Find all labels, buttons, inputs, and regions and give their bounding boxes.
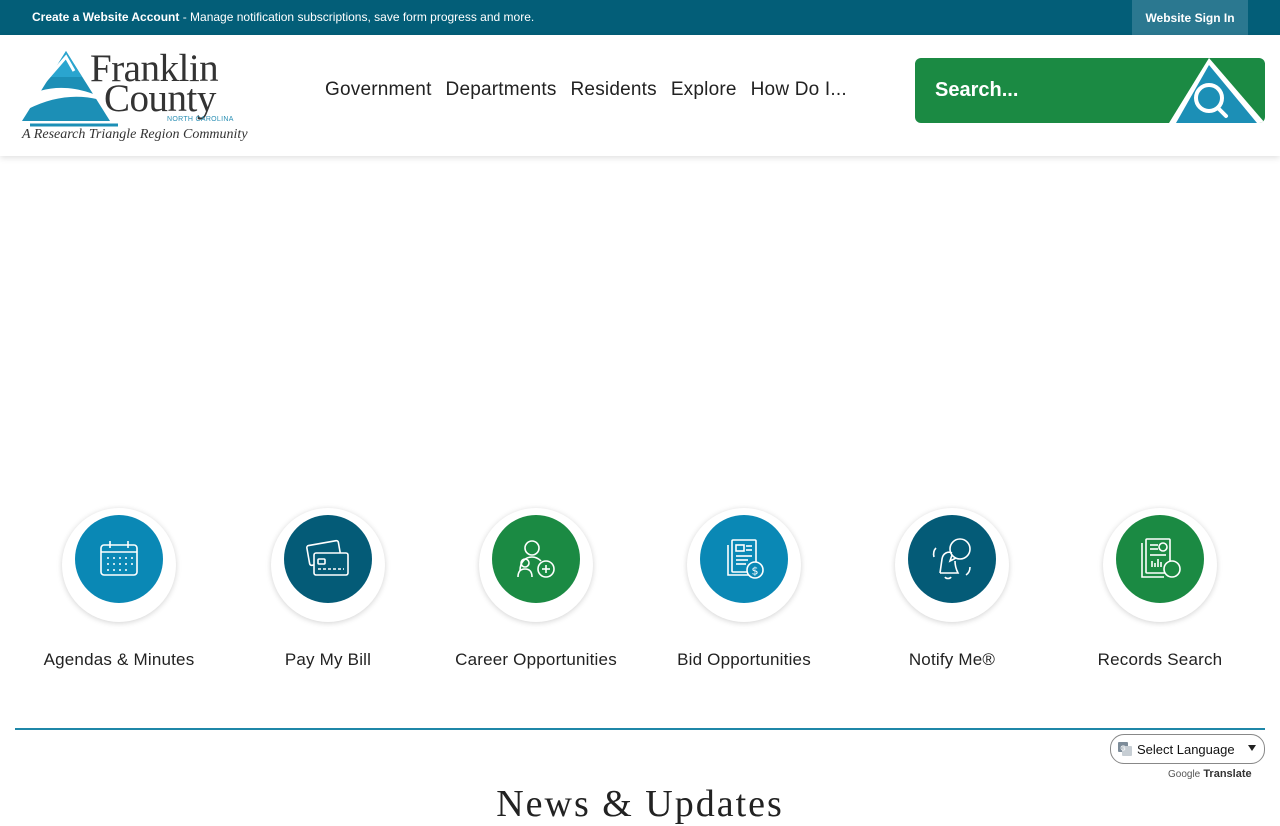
search-icon [1169, 58, 1265, 123]
credit-card-icon [306, 539, 349, 576]
calendar-icon [100, 541, 138, 576]
quick-link-agendas-minutes[interactable]: Agendas & Minutes [15, 505, 223, 680]
quick-link-notify-me[interactable]: Notify Me® [848, 505, 1056, 680]
top-utility-bar: Create a Website Account - Manage notifi… [0, 0, 1280, 35]
google-wordmark: Google [1168, 769, 1201, 780]
document-dollar-icon: $ [727, 539, 764, 579]
quick-link-circle: $ [700, 515, 788, 603]
svg-text:$: $ [752, 565, 759, 578]
quick-link-label: Bid Opportunities [677, 650, 811, 669]
search-button[interactable] [1169, 58, 1265, 123]
quick-link-label: Agendas & Minutes [43, 650, 195, 669]
logo-text-state: NORTH CAROLINA [167, 116, 234, 123]
account-message: Create a Website Account - Manage notifi… [32, 10, 534, 25]
nav-item-how-do-i[interactable]: How Do I... [744, 79, 854, 101]
quick-link-label: Records Search [1097, 650, 1223, 669]
chevron-down-icon [1248, 745, 1256, 751]
translate-link: Translate [1203, 768, 1252, 780]
bell-chat-icon [932, 538, 971, 580]
quick-link-ring [271, 508, 385, 622]
logo-text-county: County [104, 77, 216, 120]
account-message-text: - Manage notification subscriptions, sav… [179, 10, 535, 24]
news-updates-heading: News & Updates [496, 783, 784, 825]
nav-item-government[interactable]: Government [318, 79, 439, 101]
create-account-link[interactable]: Create a Website Account [32, 10, 179, 24]
quick-link-label: Notify Me® [908, 650, 996, 669]
quick-link-bid-opportunities[interactable]: $ Bid Opportunities [640, 505, 848, 680]
search-box [915, 58, 1265, 123]
google-translate-icon: G [1118, 742, 1132, 756]
franklin-county-logo[interactable]: Franklin County NORTH CAROLINA A Researc… [20, 47, 248, 147]
nav-item-residents[interactable]: Residents [564, 79, 664, 101]
quick-link-ring [895, 508, 1009, 622]
quick-link-circle [75, 515, 163, 603]
records-search-icon [1141, 538, 1181, 578]
powered-by-google-translate[interactable]: Google Translate [1168, 768, 1252, 780]
svg-text:G: G [1120, 745, 1125, 753]
logo-tagline: A Research Triangle Region Community [22, 127, 248, 142]
section-divider [15, 728, 1265, 730]
quick-links: Agendas & Minutes Pay My Bill Career Opp… [0, 505, 1280, 685]
main-navigation: Government Departments Residents Explore… [318, 79, 854, 101]
quick-link-label: Pay My Bill [284, 650, 372, 669]
quick-link-ring: $ [687, 508, 801, 622]
quick-link-records-search[interactable]: Records Search [1056, 505, 1264, 680]
quick-link-ring [62, 508, 176, 622]
quick-link-label: Career Opportunities [455, 650, 617, 669]
language-select-label: Select Language [1137, 741, 1235, 757]
language-select[interactable]: G Select Language [1110, 734, 1265, 764]
site-header: Franklin County NORTH CAROLINA A Researc… [0, 35, 1280, 156]
nav-item-explore[interactable]: Explore [664, 79, 744, 101]
quick-link-circle [284, 515, 372, 603]
quick-link-circle [908, 515, 996, 603]
website-sign-in-button[interactable]: Website Sign In [1132, 0, 1248, 35]
nav-item-departments[interactable]: Departments [439, 79, 564, 101]
quick-link-circle [1116, 515, 1204, 603]
quick-link-pay-my-bill[interactable]: Pay My Bill [224, 505, 432, 680]
search-input[interactable] [915, 58, 1165, 123]
quick-link-ring [479, 508, 593, 622]
quick-link-career-opportunities[interactable]: Career Opportunities [432, 505, 640, 680]
people-add-icon [517, 540, 555, 578]
quick-link-ring [1103, 508, 1217, 622]
quick-link-circle [492, 515, 580, 603]
